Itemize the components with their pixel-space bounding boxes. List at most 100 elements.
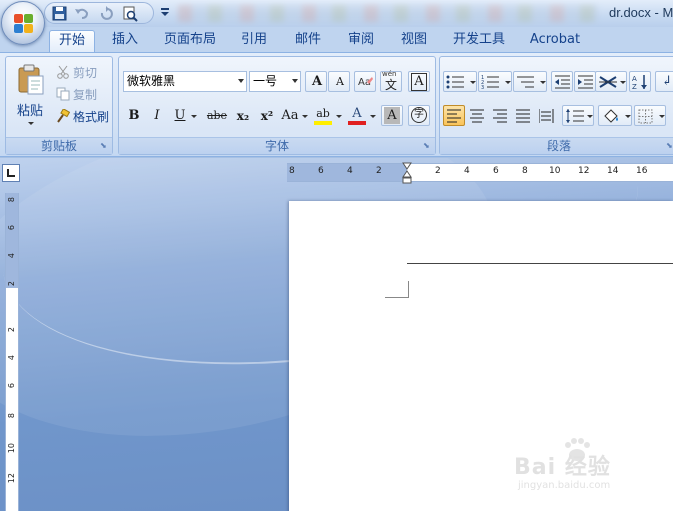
justify-icon (516, 109, 530, 123)
font-color-swatch (348, 121, 366, 125)
bullets-button[interactable] (443, 71, 477, 92)
chevron-down-icon (28, 122, 34, 125)
show-marks-button[interactable]: ↲ (655, 71, 673, 92)
superscript-glyph: x² (260, 109, 274, 123)
tab-view[interactable]: 视图 (393, 30, 435, 52)
change-case-button[interactable]: Aa (278, 105, 308, 126)
format-painter-button[interactable]: 格式刷 (53, 105, 111, 125)
align-left-icon (447, 109, 461, 123)
tab-review[interactable]: 审阅 (340, 30, 382, 52)
tab-mailings[interactable]: 邮件 (287, 30, 329, 52)
ruler-tick-label: 4 (464, 166, 470, 176)
font-group-label: 字体 (119, 137, 435, 154)
align-right-icon (493, 109, 507, 123)
print-preview-icon[interactable] (121, 5, 139, 22)
increase-indent-button[interactable] (574, 71, 596, 92)
tab-selector-button[interactable] (2, 164, 20, 182)
copy-label: 复制 (73, 88, 98, 102)
ruler-tick-label: 10 (549, 166, 561, 176)
chevron-down-icon (470, 81, 476, 84)
character-shading-button[interactable]: A (381, 105, 403, 126)
pilcrow-icon: ↲ (661, 74, 673, 89)
customize-qat-icon[interactable] (160, 6, 170, 20)
character-border-button[interactable]: A (408, 71, 430, 92)
scissors-icon (57, 65, 69, 79)
font-name-field[interactable]: 微软雅黑 (123, 71, 247, 92)
subscript-glyph: x₂ (236, 109, 250, 123)
watermark-text: Bai 经验 (514, 455, 611, 480)
subscript-button[interactable]: x₂ (231, 105, 253, 126)
multilevel-list-button[interactable] (513, 71, 547, 92)
font-color-button[interactable]: A (345, 105, 377, 126)
paste-button[interactable]: 粘贴 (8, 59, 52, 131)
tab-page-layout[interactable]: 页面布局 (158, 30, 222, 52)
shrink-font-button[interactable]: A (328, 71, 350, 92)
svg-text:Z: Z (632, 83, 637, 90)
underline-button[interactable]: U (169, 105, 197, 126)
svg-text:3: 3 (481, 85, 484, 90)
superscript-button[interactable]: x² (255, 105, 277, 126)
ruler-tick-label: 4 (7, 253, 16, 259)
tab-developer[interactable]: 开发工具 (446, 30, 512, 52)
tab-references[interactable]: 引用 (233, 30, 275, 52)
save-icon[interactable] (51, 5, 69, 22)
numbering-button[interactable]: 123 (478, 71, 512, 92)
enclose-characters-button[interactable]: 字 (408, 105, 430, 126)
office-button[interactable] (1, 1, 45, 45)
dialog-launcher-icon[interactable]: ⬊ (666, 142, 673, 151)
grow-font-button[interactable]: A (305, 71, 327, 92)
ruler-tick-label: 10 (7, 443, 16, 454)
margin-corner-mark (385, 281, 409, 298)
italic-button[interactable]: I (146, 105, 166, 126)
watermark-url: jingyan.baidu.com (518, 480, 611, 491)
clear-format-button[interactable]: Aa (354, 71, 376, 92)
vertical-ruler[interactable]: 8 6 4 2 2 4 6 8 10 12 (5, 193, 19, 511)
font-color-glyph: A (352, 106, 362, 121)
tab-acrobat[interactable]: Acrobat (524, 30, 586, 52)
paragraph-group-label: 段落 (440, 137, 673, 154)
bold-button[interactable]: B (123, 105, 143, 126)
align-center-button[interactable] (466, 105, 488, 126)
strikethrough-glyph: abe (206, 109, 228, 122)
tab-insert[interactable]: 插入 (104, 30, 146, 52)
horizontal-ruler[interactable]: 8 6 4 2 2 4 6 8 10 12 14 16 (287, 162, 673, 184)
dialog-launcher-icon[interactable]: ⬊ (423, 142, 432, 151)
justify-button[interactable] (512, 105, 534, 126)
strikethrough-button[interactable]: abe (203, 105, 229, 126)
phonetic-guide-button[interactable]: wén 文 (380, 70, 402, 92)
distributed-button[interactable] (535, 105, 557, 126)
highlight-button[interactable]: ab (311, 105, 343, 126)
borders-button[interactable] (634, 105, 666, 126)
ruler-tick-label: 8 (522, 166, 528, 176)
align-right-button[interactable] (489, 105, 511, 126)
chinese-layout-button[interactable] (595, 71, 627, 92)
shading-button[interactable] (598, 105, 632, 126)
shrink-font-glyph: A (336, 75, 344, 88)
paragraph-group: 123 AZ ↲ 段落 ⬊ (439, 56, 673, 155)
ruler-tick-label: 2 (7, 327, 16, 333)
font-size-field[interactable]: 一号 (249, 71, 301, 92)
dialog-launcher-icon[interactable]: ⬊ (100, 142, 109, 151)
ruler-tick-label: 6 (318, 166, 324, 176)
ruler-tick-label: 16 (636, 166, 648, 176)
multilevel-list-icon (517, 76, 534, 88)
numbered-list-icon: 123 (481, 75, 499, 90)
clear-format-icon: Aa (358, 77, 373, 88)
sort-button[interactable]: AZ (629, 71, 651, 92)
line-spacing-button[interactable] (562, 105, 594, 126)
chevron-down-icon (620, 81, 626, 84)
redo-icon[interactable] (97, 5, 115, 22)
align-left-button[interactable] (443, 105, 465, 126)
clipboard-group-label: 剪贴板 (6, 137, 112, 154)
tab-home[interactable]: 开始 (49, 30, 95, 52)
decrease-indent-button[interactable] (551, 71, 573, 92)
ruler-tick-label: 6 (7, 383, 16, 389)
cut-button[interactable]: 剪切 (53, 61, 111, 81)
chevron-down-icon (505, 81, 511, 84)
undo-icon[interactable] (73, 5, 91, 22)
chevron-down-icon (587, 115, 593, 118)
baidu-watermark: Bai 经验 jingyan.baidu.com (514, 437, 664, 497)
indent-marker-icon[interactable] (402, 162, 412, 184)
highlight-glyph: ab (316, 107, 330, 120)
copy-button[interactable]: 复制 (53, 83, 111, 103)
